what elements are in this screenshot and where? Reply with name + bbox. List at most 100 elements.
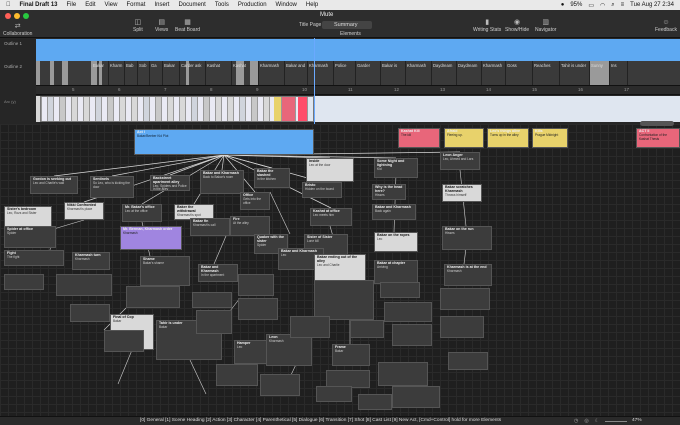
menu-document[interactable]: Document bbox=[178, 2, 205, 8]
beat-card[interactable] bbox=[126, 286, 180, 308]
arc-selection[interactable] bbox=[40, 96, 314, 122]
beat-card[interactable] bbox=[316, 386, 352, 402]
split-button[interactable]: ◫ Split bbox=[133, 19, 143, 33]
beat-card[interactable]: Mr. Berman, Kharmash order Kharmash bbox=[120, 226, 182, 250]
show-hide-button[interactable]: ◉ Show/Hide bbox=[505, 19, 529, 33]
beat-card[interactable]: Shame Bakar's shame bbox=[140, 256, 190, 286]
beat-card[interactable] bbox=[392, 386, 440, 408]
outline-segment[interactable]: Carder ask bbox=[180, 61, 206, 85]
menu-insert[interactable]: Insert bbox=[154, 2, 169, 8]
outline-gap-segment[interactable] bbox=[62, 61, 68, 85]
beat-card[interactable]: Hamper Leo bbox=[234, 340, 268, 364]
zoom-level[interactable]: 47% bbox=[632, 418, 642, 423]
outline-segment[interactable]: Bakar bbox=[92, 61, 109, 85]
control-center-icon[interactable]: ≡ bbox=[621, 2, 625, 8]
beat-card[interactable]: Bakar fin Kharmash's call bbox=[190, 218, 230, 236]
beat-card[interactable] bbox=[192, 292, 232, 308]
beat-card[interactable] bbox=[440, 288, 490, 310]
beat-card[interactable]: Office Gets into the office bbox=[240, 192, 270, 210]
beat-card-top[interactable]: Afraid Fleeing up. bbox=[444, 128, 484, 148]
battery-percent[interactable]: 95% bbox=[570, 2, 582, 8]
minimize-window-button[interactable] bbox=[14, 13, 20, 19]
navigator-button[interactable]: ▥ Navigator bbox=[535, 19, 556, 33]
outline-gap-segment[interactable] bbox=[36, 61, 40, 85]
elements-button[interactable]: Elements bbox=[340, 31, 361, 37]
outline-segment[interactable]: Sunny bbox=[590, 61, 610, 85]
outline-segment[interactable]: Ga bbox=[150, 61, 163, 85]
beat-card[interactable] bbox=[196, 310, 232, 334]
beat-card[interactable]: Kharmash turn Kharmash bbox=[72, 252, 110, 270]
beat-card[interactable]: Fire At the alley bbox=[230, 216, 270, 236]
beat-card[interactable]: Bakar scratches Kharmash Throws himself bbox=[442, 184, 482, 202]
beat-card[interactable] bbox=[4, 274, 44, 290]
beat-card[interactable] bbox=[216, 364, 258, 386]
beat-card[interactable]: Bristo Hidden on the board bbox=[302, 182, 342, 198]
beat-card[interactable] bbox=[260, 374, 300, 396]
outline-segment[interactable]: Reaches bbox=[533, 61, 560, 85]
close-window-button[interactable] bbox=[5, 13, 11, 19]
beat-card[interactable] bbox=[392, 324, 432, 346]
canvas-scroll-thumb[interactable] bbox=[640, 121, 674, 126]
view-select[interactable]: Summary bbox=[322, 21, 372, 29]
beat-card[interactable] bbox=[104, 330, 144, 352]
beat-card[interactable] bbox=[56, 274, 112, 296]
outline-segment[interactable]: Kharmash bbox=[406, 61, 432, 85]
outline-segment[interactable]: Ins bbox=[610, 61, 628, 85]
clock-icon[interactable]: ◷ bbox=[574, 418, 578, 424]
beat-card-top[interactable]: Leo's things alive Turns up in the alley bbox=[487, 128, 529, 148]
story-arcs-strip[interactable] bbox=[36, 96, 680, 122]
outline-segment[interactable]: Kashat bbox=[232, 61, 259, 85]
outline-segment[interactable]: Daydream bbox=[457, 61, 482, 85]
beat-card[interactable]: Bakar and Kharmash In the apartment bbox=[198, 264, 238, 282]
beat-card[interactable]: Mr. Bakar's office Leo at the office bbox=[122, 204, 162, 222]
beat-card[interactable] bbox=[70, 304, 110, 322]
beat-card[interactable]: Leon Kharmash bbox=[266, 334, 312, 366]
beat-card-act-i[interactable]: Act I Bakar/Beeber Kid Plot bbox=[134, 129, 314, 155]
menubar-clock[interactable]: Tue Aug 27 2:34 bbox=[630, 2, 674, 8]
menu-view[interactable]: View bbox=[105, 2, 118, 8]
outline-segment[interactable]: Kharmash bbox=[259, 61, 285, 85]
outline-segment[interactable]: Police bbox=[334, 61, 356, 85]
outline-segment[interactable]: Daydream bbox=[432, 61, 457, 85]
beat-board-canvas[interactable]: Act I Bakar/Beeber Kid Plot Kashat Kill The… bbox=[0, 124, 680, 416]
beat-card[interactable] bbox=[384, 302, 432, 322]
beat-card[interactable]: Bakar and Kharmash Back again bbox=[372, 204, 416, 220]
outline-segment[interactable]: Bakar and bbox=[285, 61, 308, 85]
beat-card[interactable]: Bakar on the run Hisses bbox=[442, 226, 492, 250]
menu-help[interactable]: Help bbox=[306, 2, 318, 8]
zoom-window-button[interactable] bbox=[23, 13, 29, 19]
outline-gap-segment[interactable] bbox=[50, 61, 54, 85]
beat-card[interactable] bbox=[238, 274, 274, 296]
menu-tools[interactable]: Tools bbox=[215, 2, 229, 8]
menu-file[interactable]: File bbox=[67, 2, 77, 8]
menu-edit[interactable]: Edit bbox=[85, 2, 95, 8]
record-icon[interactable]: ● bbox=[561, 2, 565, 8]
outline-segment[interactable]: Bab bbox=[125, 61, 138, 85]
title-page-button[interactable]: Title Page bbox=[299, 22, 321, 28]
menu-format[interactable]: Format bbox=[126, 2, 145, 8]
beat-card[interactable]: Spider at office Spider bbox=[4, 226, 56, 248]
beat-card-top[interactable]: ACT II Confrontation of the Kashat Thesis bbox=[636, 128, 680, 148]
playhead-line[interactable] bbox=[314, 38, 315, 124]
beat-card[interactable]: Some Night and lightning Kid bbox=[374, 158, 418, 178]
beat-card[interactable]: Bakar and Kharmash Back to Bakar's room bbox=[200, 170, 244, 194]
collaboration-button[interactable]: ⇄ Collaboration bbox=[3, 23, 32, 37]
outline-segment[interactable]: Kharmash bbox=[482, 61, 506, 85]
outline-segment[interactable]: Sob bbox=[138, 61, 150, 85]
outline-segment[interactable]: Garder bbox=[356, 61, 381, 85]
outline-1-bar[interactable] bbox=[36, 39, 680, 61]
outline-segment[interactable]: Bakar is bbox=[381, 61, 406, 85]
battery-icon[interactable]: ▭ bbox=[588, 2, 594, 9]
beat-card[interactable]: Leon Anger Leo, Ahmed and Lars bbox=[440, 152, 480, 170]
feedback-button[interactable]: ☺ Feedback bbox=[655, 19, 677, 33]
outline-segment[interactable]: Kharm bbox=[109, 61, 125, 85]
beat-card[interactable] bbox=[378, 362, 428, 386]
zoom-slider[interactable] bbox=[605, 421, 627, 422]
views-button[interactable]: ▤ Views bbox=[155, 19, 168, 33]
moon-icon[interactable]: ☾ bbox=[595, 418, 599, 424]
beat-card-top[interactable]: Kashat Kill The kill bbox=[398, 128, 440, 148]
beat-card[interactable]: Gordon is seeking out Leo and Charlie's w… bbox=[30, 176, 78, 194]
outline-segment[interactable]: Goss bbox=[506, 61, 533, 85]
beat-card[interactable]: Backstreet apartment alley Leo, Spiders a… bbox=[150, 175, 190, 191]
writing-stats-button[interactable]: ▮ Writing Stats bbox=[473, 19, 501, 33]
